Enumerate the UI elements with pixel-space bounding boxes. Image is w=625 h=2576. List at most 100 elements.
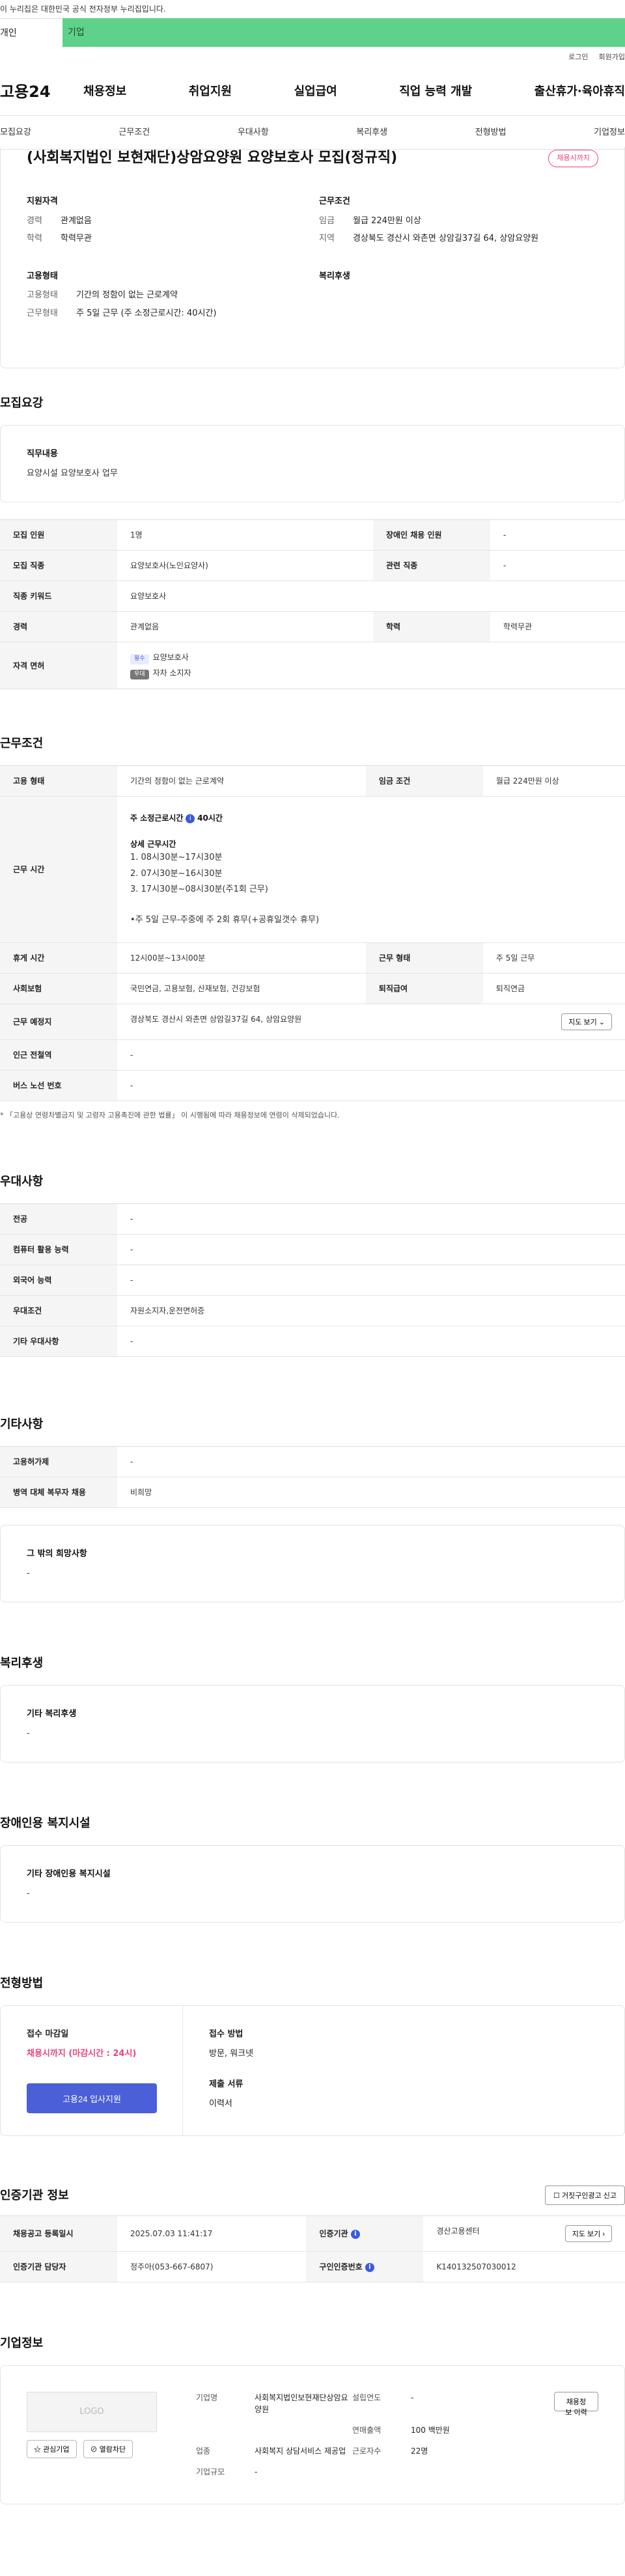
table-value: 퇴직연금 bbox=[482, 973, 625, 1004]
recruit-table: 모집 인원 1명 장애인 채용 인원 - 모집 직종 요양보호사(노인요양사) 관련 … bbox=[0, 519, 625, 689]
company-sales: 100 백만원 bbox=[411, 2426, 450, 2435]
table-value: 요양보호사(노인요양사) bbox=[117, 550, 373, 581]
hours-detail-lines: 1. 08시30분~17시30분 2. 07시30분~16시30분 3. 17시… bbox=[130, 850, 612, 898]
site-logo[interactable]: 고용24 bbox=[0, 80, 83, 103]
signup-link[interactable]: 회원가입 bbox=[599, 52, 625, 62]
hours-note: •주 5일 근무-주중에 주 2회 휴무(+공휴일갯수 휴무) bbox=[130, 915, 320, 925]
table-value: - bbox=[117, 1039, 625, 1071]
table-key: 직종 키워드 bbox=[0, 581, 117, 612]
table-row: 휴게 시간 12시00분~13시00분 근무 형태 주 5일 근무 bbox=[0, 942, 625, 974]
table-row: 사회보험 국민연금, 고용보험, 산재보험, 건강보험 퇴직급여 퇴직연금 bbox=[0, 973, 625, 1004]
favorite-label: 관심기업 bbox=[43, 2446, 70, 2454]
anchor-work[interactable]: 근무조건 bbox=[118, 126, 150, 139]
age-law-note: * 「고용상 연령차별금지 및 고령자 고용촉진에 관한 법률」 이 시행됨에 … bbox=[0, 1110, 340, 1119]
disability-box-heading: 기타 장애인용 복지시설 bbox=[27, 1869, 111, 1880]
tab-corporate[interactable]: 기업 bbox=[62, 18, 625, 47]
map-view-label: 지도 보기 bbox=[568, 1018, 597, 1026]
table-row: 기타 우대사항 - bbox=[0, 1326, 625, 1358]
anchor-pref[interactable]: 우대사항 bbox=[238, 126, 269, 139]
table-key: 구인인증번호 i bbox=[306, 2251, 424, 2283]
anchor-company[interactable]: 기업정보 bbox=[594, 126, 625, 139]
table-row: 채용공고 등록일시 2025.07.03 11:41:17 인증기관 i 경산고용… bbox=[0, 2215, 625, 2253]
table-row: 직종 키워드 요양보호사 bbox=[0, 581, 625, 612]
info-icon[interactable]: i bbox=[350, 2229, 360, 2239]
gnb-item-jobs[interactable]: 채용정보 bbox=[83, 83, 126, 100]
table-key: 인근 전철역 bbox=[0, 1039, 117, 1071]
pref-table: 전공 - 컴퓨터 활용 능력 - 외국어 능력 - 우대조건 자원소지자,운전면허증 기… bbox=[0, 1203, 625, 1358]
info-icon[interactable]: i bbox=[365, 2262, 374, 2272]
favorite-company-button[interactable]: ☆ 관심기업 bbox=[27, 2440, 77, 2459]
docs-text: 이력서 bbox=[209, 2098, 232, 2109]
recruit-section-title: 모집요강 bbox=[0, 396, 44, 410]
method-text: 방문, 워크넷 bbox=[209, 2048, 254, 2059]
map-view-button[interactable]: 지도 보기 ⌄ bbox=[561, 1013, 612, 1030]
agency-map-button[interactable]: 지도 보기 › bbox=[564, 2225, 612, 2243]
table-key: 퇴직급여 bbox=[365, 973, 483, 1004]
report-false-ad-button[interactable]: ☐ 거짓구인광고 신고 bbox=[545, 2185, 625, 2206]
agency-map-label: 지도 보기 bbox=[572, 2230, 601, 2239]
table-value: - bbox=[490, 519, 625, 551]
hiring-history-button[interactable]: 채용정보 이력 bbox=[554, 2392, 598, 2417]
agency-header: 인증기관 정보 ☐ 거짓구인광고 신고 bbox=[0, 2185, 625, 2206]
gnb-item-employment-support[interactable]: 취업지원 bbox=[189, 83, 232, 100]
table-value: - bbox=[117, 1446, 625, 1478]
report-icon: ☐ bbox=[553, 2192, 560, 2200]
company-info-grid: 기업명 사회복지법인보현재단상암요양원 설립연도 - 연매출액 100 백만원 업종 사… bbox=[196, 2392, 515, 2478]
table-key: 사회보험 bbox=[0, 973, 117, 1004]
summary-key: 지역 bbox=[319, 234, 335, 243]
pref-section-title: 우대사항 bbox=[0, 1175, 44, 1189]
apply-section-title: 전형방법 bbox=[0, 1977, 44, 1991]
table-key: 관련 직종 bbox=[372, 550, 490, 581]
tab-personal[interactable]: 개인 bbox=[0, 18, 62, 47]
gnb-menu: 채용정보 취업지원 실업급여 직업 능력 개발 출산휴가·육아휴직 bbox=[83, 83, 625, 100]
gnb-item-unemployment[interactable]: 실업급여 bbox=[294, 83, 337, 100]
agency-section-title: 인증기관 정보 bbox=[0, 2188, 69, 2202]
hours-main-value: 40시간 bbox=[197, 814, 223, 823]
chevron-right-icon: › bbox=[602, 2230, 605, 2239]
anchor-welfare[interactable]: 복리후생 bbox=[356, 126, 387, 139]
cert-num-key-label: 구인인증번호 bbox=[319, 2262, 363, 2272]
condition-heading: 근무조건 bbox=[319, 197, 350, 206]
table-key: 채용공고 등록일시 bbox=[0, 2215, 117, 2253]
hours-cell: 주 소정근로시간 i 40시간 상세 근무시간 1. 08시30분~17시30분… bbox=[117, 796, 625, 943]
gov-notice: 이 누리집은 대한민국 공식 전자정부 누리집입니다. bbox=[0, 5, 166, 14]
etc-section-title: 기타사항 bbox=[0, 1418, 44, 1432]
qualification-block: 지원자격 경력 관계없음 학력 학력무관 bbox=[27, 195, 306, 251]
table-key: 자격 면허 bbox=[0, 642, 117, 689]
company-size: - bbox=[255, 2467, 258, 2477]
deadline-badge: 채용시까지 bbox=[548, 150, 598, 167]
info-icon[interactable]: i bbox=[186, 814, 195, 823]
table-value: 2025.07.03 11:41:17 bbox=[117, 2215, 307, 2253]
section-anchor-tabs: 모집요강 근무조건 우대사항 복리후생 전형방법 기업정보 bbox=[0, 116, 625, 150]
company-key: 기업규모 bbox=[196, 2467, 225, 2477]
company-logo-block: LOGO ☆ 관심기업 ⊘ 열람차단 bbox=[27, 2392, 157, 2478]
welfare-box-heading: 기타 복리후생 bbox=[27, 1709, 77, 1720]
company-key: 근로자수 bbox=[352, 2446, 382, 2456]
table-key: 버스 노선 번호 bbox=[0, 1070, 117, 1101]
table-key: 컴퓨터 활용 능력 bbox=[0, 1234, 117, 1266]
block-view-button[interactable]: ⊘ 열람차단 bbox=[83, 2440, 133, 2459]
table-key: 모집 직종 bbox=[0, 550, 117, 581]
util-nav: 로그인 회원가입 bbox=[0, 47, 625, 68]
table-row: 컴퓨터 활용 능력 - bbox=[0, 1234, 625, 1266]
gnb-item-training[interactable]: 직업 능력 개발 bbox=[399, 83, 472, 100]
table-row: 자격 면허 필수 요양보호사 우대 자차 소지자 bbox=[0, 642, 625, 689]
table-key: 휴게 시간 bbox=[0, 942, 117, 974]
table-key: 우대조건 bbox=[0, 1295, 117, 1327]
table-row: 병역 대체 복무자 채용 비희망 bbox=[0, 1477, 625, 1509]
table-value: 관계없음 bbox=[117, 611, 373, 642]
other-wishes-text: - bbox=[27, 1568, 30, 1578]
required-tag: 필수 bbox=[130, 654, 149, 665]
login-link[interactable]: 로그인 bbox=[568, 52, 588, 62]
anchor-recruit[interactable]: 모집요강 bbox=[0, 126, 31, 139]
anchor-apply[interactable]: 전형방법 bbox=[475, 126, 507, 139]
apply-card: 접수 마감일 채용시까지 (마감시간 : 24시) 고용24 입사지원 접수 방… bbox=[0, 2005, 625, 2137]
global-nav: 고용24 채용정보 취업지원 실업급여 직업 능력 개발 출산휴가·육아휴직 bbox=[0, 68, 625, 116]
table-value: 주 5일 근무 bbox=[482, 942, 625, 974]
license-preferred: 자차 소지자 bbox=[152, 668, 191, 678]
gnb-item-leave[interactable]: 출산휴가·육아휴직 bbox=[535, 83, 625, 100]
table-key: 임금 조건 bbox=[365, 765, 483, 797]
apply-button[interactable]: 고용24 입사지원 bbox=[27, 2083, 157, 2114]
table-value: 12시00분~13시00분 bbox=[117, 942, 366, 974]
table-value: 1명 bbox=[117, 519, 373, 551]
